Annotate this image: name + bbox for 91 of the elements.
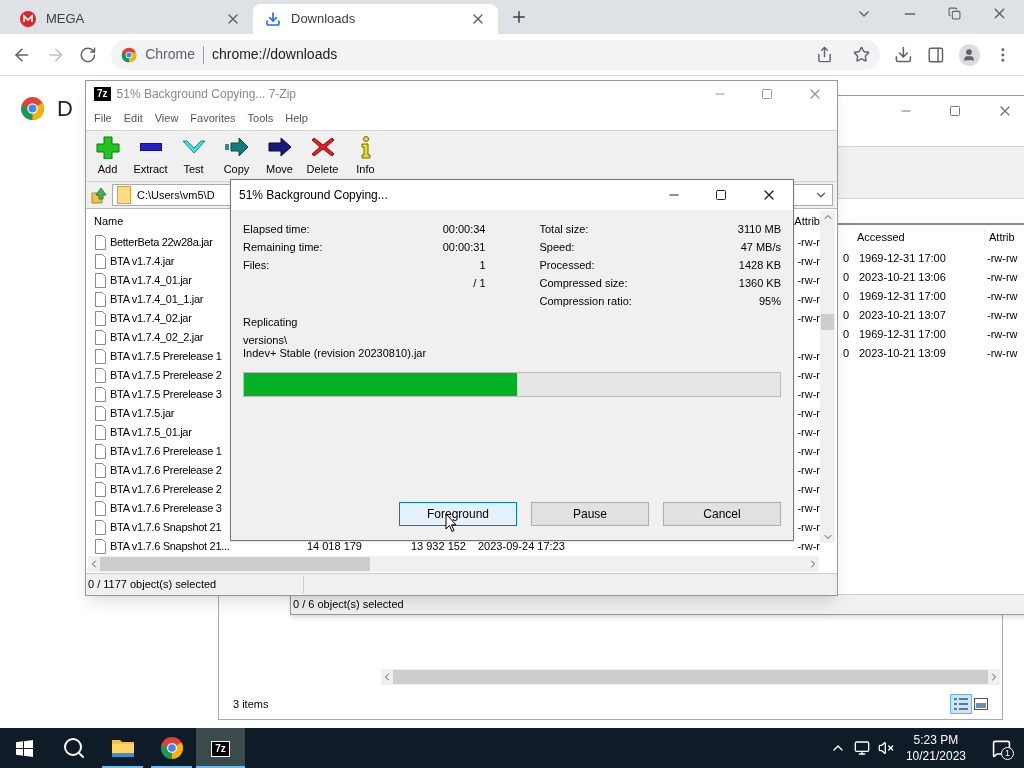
app-logo: 7z: [94, 87, 111, 101]
table-cell-text: -rw-r: [797, 273, 820, 289]
seven-zip-icon: 7z: [212, 742, 229, 756]
table-cell-text: -rw-r: [797, 425, 820, 441]
table-cell-text: -rw-rw: [987, 270, 1018, 286]
stat-value: 1: [479, 257, 486, 273]
table-cell-text: -rw-rw: [987, 308, 1018, 324]
stat-value: / 1: [473, 275, 486, 291]
table-cell-text: 0: [843, 270, 851, 286]
file-name: BTA v1.7.5 Prerelease 1: [110, 349, 222, 365]
window-title: 51% Background Copying... 7-Zip: [116, 86, 296, 103]
file-name: BTA v1.7.5 Prerelease 2: [110, 368, 222, 384]
file-name: BTA v1.7.5.jar: [110, 406, 175, 422]
file-name: BTA v1.7.4.jar: [110, 254, 175, 270]
table-cell-text: -rw-r: [797, 463, 820, 479]
table-cell-text: -rw-r: [797, 387, 820, 403]
stat-label: Remaining time:: [243, 239, 323, 255]
table-cell-text: -rw-r: [797, 406, 820, 422]
table-cell-text: 1969-12-31 17:00: [859, 289, 947, 305]
table-cell-text: -rw-rw: [987, 346, 1018, 362]
table-cell-text: -rw-r: [797, 349, 820, 365]
table-cell-text: -rw-r: [797, 482, 820, 498]
status-text: 0 / 1177 object(s) selected: [86, 576, 304, 593]
url-text: chrome://downloads: [211, 45, 338, 64]
table-cell-text: 1969-12-31 17:00: [859, 251, 947, 267]
stat-label: Compressed size:: [539, 275, 628, 291]
file-name: BTA v1.7.4_02.jar: [110, 311, 192, 327]
operation-label: Replicating: [243, 315, 299, 330]
table-cell-text: 0: [843, 346, 851, 362]
table-cell-text: 2023-10-21 13:09: [859, 346, 947, 362]
stat-value: 47 MB/s: [740, 239, 781, 255]
tab-title: Downloads: [291, 10, 357, 29]
table-cell-text: 0: [843, 308, 851, 324]
column-title: Name: [94, 213, 124, 229]
file-path-text: Indev+ Stable (revision 20230810).jar: [243, 347, 428, 360]
table-cell-text: -rw-r: [797, 368, 820, 384]
file-name: BTA v1.7.6 Prerelease 3: [110, 501, 222, 517]
table-cell-text: 2023-10-21 13:07: [859, 308, 947, 324]
stat-label: Total size:: [539, 221, 589, 237]
dialog-title: 51% Background Copying...: [239, 187, 388, 204]
table-cell-text: 2023-10-21 13:06: [859, 270, 947, 286]
page-heading: D: [57, 95, 73, 123]
stat-value: 1360 KB: [738, 275, 781, 291]
stat-value: 00:00:34: [442, 221, 486, 237]
table-cell-text: -rw-r: [797, 292, 820, 308]
file-name: BetterBeta 22w28a.jar: [110, 235, 213, 251]
table-cell-text: -rw-r: [797, 501, 820, 517]
file-name: BTA v1.7.6 Prerelease 1: [110, 444, 222, 460]
status-text: 0 / 6 object(s) selected: [292, 597, 404, 613]
table-cell-text: 13 932 152: [409, 539, 466, 555]
table-cell-text: -rw-r: [797, 444, 820, 460]
table-cell-text: 0: [843, 251, 851, 267]
column-title: Attrib: [794, 213, 820, 229]
file-name: BTA v1.7.4_02_2.jar: [110, 330, 204, 346]
stat-value: 00:00:31: [442, 239, 486, 255]
file-path-text: versions\: [243, 334, 289, 347]
stat-label: Speed:: [539, 239, 575, 255]
table-cell-text: -rw-r: [797, 520, 820, 536]
file-name: BTA v1.7.6 Snapshot 21...: [110, 539, 230, 555]
file-name: BTA v1.7.6 Prerelease 2: [110, 463, 222, 479]
table-cell-text: 0: [843, 327, 851, 343]
table-cell-text: -rw-rw: [987, 289, 1018, 305]
file-name: BTA v1.7.4_01.jar: [110, 273, 192, 289]
file-name: BTA v1.7.5 Prerelease 3: [110, 387, 222, 403]
table-cell-text: -rw-rw: [987, 327, 1018, 343]
table-cell-text: -rw-r: [797, 235, 820, 251]
file-name: BTA v1.7.4_01_1.jar: [110, 292, 204, 308]
table-cell-text: 1969-12-31 17:00: [859, 327, 947, 343]
stat-value: 1428 KB: [738, 257, 781, 273]
table-cell-text: -rw-rw: [987, 251, 1018, 267]
file-name: BTA v1.7.5_01.jar: [110, 425, 192, 441]
stat-value: 3110 MB: [737, 221, 781, 237]
table-cell-text: -rw-r: [797, 539, 820, 555]
site-label: Chrome: [145, 45, 195, 64]
table-cell-text: -rw-r: [797, 311, 820, 327]
table-cell-text: 14 018 179: [305, 539, 362, 555]
column-title: Attrib: [989, 229, 1015, 245]
stat-label: Files:: [243, 257, 270, 273]
stat-value: 95%: [758, 293, 781, 309]
stat-label: Compression ratio:: [539, 293, 632, 309]
stat-label: Elapsed time:: [243, 221, 310, 237]
file-name: BTA v1.7.6 Prerelease 2: [110, 482, 222, 498]
table-cell-text: 2023-09-24 17:23: [478, 539, 565, 555]
column-title: Accessed: [857, 228, 985, 246]
notification-badge: 1: [1001, 747, 1014, 760]
stat-label: Processed:: [539, 257, 595, 273]
table-cell-text: 0: [843, 289, 851, 305]
tab-title: MEGA: [46, 10, 86, 29]
status-text: 3 items: [233, 696, 269, 712]
file-name: BTA v1.7.6 Snapshot 21: [110, 520, 222, 536]
table-cell-text: -rw-r: [797, 254, 820, 270]
